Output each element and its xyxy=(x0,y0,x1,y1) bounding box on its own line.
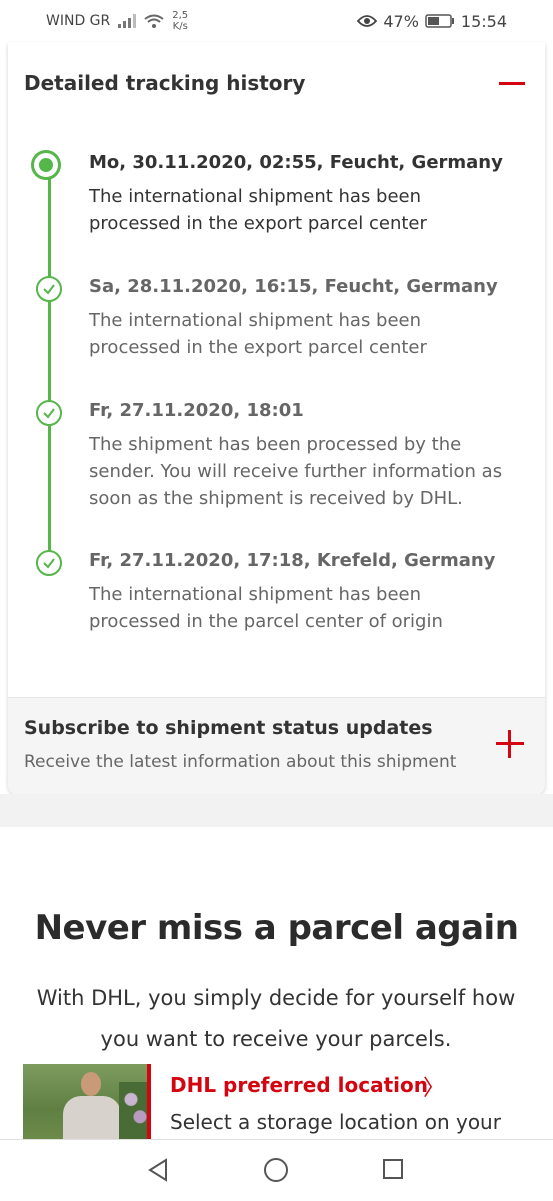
event-description: The shipment has been processed by the s… xyxy=(89,431,529,512)
event-date: Sa, 28.11.2020, 16:15, Feucht, Germany xyxy=(89,276,498,297)
back-icon[interactable] xyxy=(146,1158,170,1182)
battery-percent: 47% xyxy=(383,11,419,31)
preferred-location-description: Select a storage location on your xyxy=(170,1110,501,1134)
event-date: Fr, 27.11.2020, 18:01 xyxy=(89,400,304,421)
check-icon xyxy=(36,276,62,302)
subscribe-title: Subscribe to shipment status updates xyxy=(24,717,433,739)
event-description-line: processed in the export parcel center xyxy=(89,337,427,358)
tracking-card: Detailed tracking history Mo, 30.11.2020… xyxy=(8,42,545,795)
preferred-location-image xyxy=(23,1064,147,1140)
event-description-line: The shipment has been processed by the xyxy=(89,434,462,455)
carrier-label: WIND GR xyxy=(46,13,111,29)
event-description-line: The international shipment has been xyxy=(89,310,422,331)
timeline-line xyxy=(48,166,51,566)
promo-text-line: With DHL, you simply decide for yourself… xyxy=(36,986,516,1010)
promo-title: Never miss a parcel again xyxy=(34,908,519,948)
battery-icon xyxy=(425,14,454,28)
event-description-line: The international shipment has been xyxy=(89,186,422,207)
system-nav-bar xyxy=(0,1139,553,1201)
home-icon[interactable] xyxy=(264,1158,288,1182)
event-date: Fr, 27.11.2020, 17:18, Krefeld, Germany xyxy=(89,550,496,571)
promo-text-line: you want to receive your parcels. xyxy=(100,1027,452,1051)
event-description-line: The international shipment has been xyxy=(89,584,422,605)
preferred-location-link[interactable]: DHL preferred location xyxy=(170,1073,428,1097)
recent-apps-icon[interactable] xyxy=(383,1159,403,1179)
event-description: The international shipment has been proc… xyxy=(89,183,529,237)
chevron-right-icon[interactable]: 〉 xyxy=(423,1070,445,1102)
event-description: The international shipment has been proc… xyxy=(89,307,529,361)
event-description-line: sender. You will receive further informa… xyxy=(89,461,503,482)
subscribe-panel[interactable]: Subscribe to shipment status updates Rec… xyxy=(8,697,545,795)
status-bar: WIND GR 2,5 K/s 47% 15:54 xyxy=(0,0,553,42)
section-divider xyxy=(0,794,553,827)
event-description-line: processed in the parcel center of origin xyxy=(89,611,443,632)
event-description-line: soon as the shipment is received by DHL. xyxy=(89,488,463,509)
event-date: Mo, 30.11.2020, 02:55, Feucht, Germany xyxy=(89,152,503,173)
eye-icon xyxy=(357,15,378,27)
accent-bar xyxy=(147,1064,151,1140)
check-icon xyxy=(36,400,62,426)
speed-unit: K/s xyxy=(172,21,188,32)
event-description-line: processed in the export parcel center xyxy=(89,213,427,234)
check-icon xyxy=(36,550,62,576)
speed-value: 2,5 xyxy=(172,10,189,21)
current-status-icon xyxy=(31,150,61,180)
network-speed: 2,5 K/s xyxy=(172,10,188,32)
wifi-icon xyxy=(144,14,164,28)
minus-icon[interactable] xyxy=(499,81,525,85)
clock: 15:54 xyxy=(460,11,507,31)
tracking-header[interactable]: Detailed tracking history xyxy=(24,68,529,98)
promo-text: With DHL, you simply decide for yourself… xyxy=(26,978,526,1060)
tracking-title: Detailed tracking history xyxy=(24,71,306,95)
event-description: The international shipment has been proc… xyxy=(89,581,529,635)
plus-icon[interactable] xyxy=(496,730,524,758)
signal-icon xyxy=(118,14,137,28)
subscribe-description: Receive the latest information about thi… xyxy=(24,752,457,772)
